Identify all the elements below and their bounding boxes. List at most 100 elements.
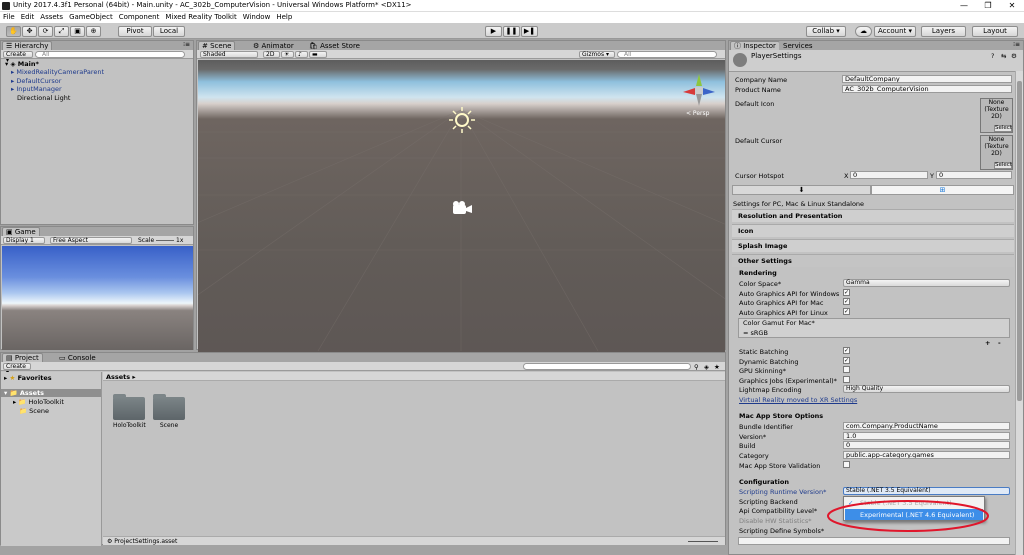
- tree-item[interactable]: ▸ 📁 HoloToolkit: [13, 398, 64, 406]
- 2d-toggle[interactable]: 2D: [263, 51, 280, 58]
- minimize-button[interactable]: —: [952, 0, 976, 12]
- favorite-star-icon[interactable]: ★: [714, 363, 720, 371]
- folder-label[interactable]: HoloToolkit: [113, 422, 146, 429]
- hierarchy-item[interactable]: ▸ InputManager: [11, 85, 62, 93]
- rotate-tool-icon[interactable]: ⟳: [38, 26, 53, 37]
- menu-edit[interactable]: Edit: [18, 12, 38, 23]
- tab-game[interactable]: ▣ Game: [2, 227, 40, 236]
- add-gamut-button[interactable]: +: [985, 339, 990, 347]
- rect-tool-icon[interactable]: ▣: [70, 26, 85, 37]
- scripting-runtime-dropdown[interactable]: Stable (.NET 3.5 Equivalent): [843, 487, 1010, 495]
- section-splash[interactable]: Splash Image: [732, 239, 1014, 252]
- help-icon[interactable]: ?: [991, 52, 994, 60]
- menu-file[interactable]: File: [0, 12, 18, 23]
- folder-icon[interactable]: [113, 394, 145, 420]
- inspector-scrollbar[interactable]: [1015, 71, 1023, 555]
- project-search-input[interactable]: [523, 363, 691, 370]
- play-button[interactable]: ▶: [485, 26, 502, 37]
- version-field[interactable]: 1.0: [843, 432, 1010, 440]
- define-symbols-field[interactable]: [738, 537, 1010, 545]
- scene-root-item[interactable]: ▾ ◈ Main*: [5, 60, 39, 68]
- lightmap-encoding-dropdown[interactable]: High Quality: [843, 385, 1010, 393]
- hierarchy-search-input[interactable]: All: [35, 51, 185, 58]
- auto-graphics-windows-checkbox[interactable]: ✓: [843, 289, 850, 296]
- assets-root-item[interactable]: ▾ 📁 Assets: [1, 389, 101, 397]
- orientation-gizmo-icon[interactable]: [679, 70, 719, 110]
- hotspot-x-field[interactable]: 0: [850, 171, 928, 179]
- filter-type-icon[interactable]: ⚲: [694, 363, 699, 371]
- audio-toggle-icon[interactable]: ♪: [295, 51, 308, 58]
- menu-component[interactable]: Component: [116, 12, 163, 23]
- build-field[interactable]: 0: [843, 441, 1010, 449]
- hand-tool-icon[interactable]: ✋: [6, 26, 21, 37]
- aspect-dropdown[interactable]: Free Aspect: [50, 237, 132, 244]
- collab-dropdown[interactable]: Collab ▾: [806, 26, 846, 37]
- default-icon-select-button[interactable]: Select: [994, 125, 1012, 132]
- local-toggle[interactable]: Local: [153, 26, 185, 37]
- auto-graphics-linux-checkbox[interactable]: ✓: [843, 308, 850, 315]
- pivot-toggle[interactable]: Pivot: [118, 26, 152, 37]
- scene-viewport[interactable]: < Persp: [198, 60, 725, 371]
- breadcrumb-assets[interactable]: Assets ▸: [106, 373, 136, 381]
- tab-console[interactable]: ▭ Console: [55, 353, 100, 362]
- layout-dropdown[interactable]: Layout: [972, 26, 1018, 37]
- menu-assets[interactable]: Assets: [37, 12, 66, 23]
- tab-asset-store[interactable]: 🛍 Asset Store: [305, 41, 364, 50]
- section-resolution[interactable]: Resolution and Presentation: [732, 209, 1014, 222]
- scale-tool-icon[interactable]: ⤢: [54, 26, 69, 37]
- section-icon[interactable]: Icon: [732, 224, 1014, 237]
- vr-settings-link[interactable]: Virtual Reality moved to XR Settings: [739, 396, 857, 404]
- persp-label[interactable]: < Persp: [686, 110, 709, 117]
- category-field[interactable]: public.app-category.games: [843, 451, 1010, 459]
- product-name-field[interactable]: AC_302b_ComputerVision: [842, 85, 1012, 93]
- bundle-id-field[interactable]: com.Company.ProductName: [843, 422, 1010, 430]
- auto-graphics-mac-checkbox[interactable]: ✓: [843, 298, 850, 305]
- menu-mixed-reality-toolkit[interactable]: Mixed Reality Toolkit: [162, 12, 239, 23]
- move-tool-icon[interactable]: ✥: [22, 26, 37, 37]
- close-button[interactable]: ✕: [1000, 0, 1024, 12]
- display-dropdown[interactable]: Display 1: [3, 237, 45, 244]
- camera-gizmo-icon[interactable]: [450, 200, 474, 216]
- step-button[interactable]: ▶❚: [521, 26, 538, 37]
- tab-animator[interactable]: ⚙ Animator: [249, 41, 298, 50]
- effects-dropdown-icon[interactable]: ▬: [309, 51, 327, 58]
- company-name-field[interactable]: DefaultCompany: [842, 75, 1012, 83]
- layers-dropdown[interactable]: Layers: [921, 26, 966, 37]
- cloud-icon[interactable]: ☁: [855, 26, 872, 37]
- tab-scene[interactable]: # Scene: [198, 41, 236, 50]
- lighting-toggle-icon[interactable]: ☀: [281, 51, 294, 58]
- tab-hierarchy[interactable]: ☰ Hierarchy: [2, 41, 53, 50]
- shading-dropdown[interactable]: Shaded: [200, 51, 258, 58]
- maximize-button[interactable]: ❐: [976, 0, 1000, 12]
- default-cursor-select-button[interactable]: Select: [994, 162, 1012, 169]
- uwp-platform-tab[interactable]: ⊞: [871, 185, 1014, 195]
- remove-gamut-button[interactable]: -: [998, 339, 1001, 347]
- default-icon-slot[interactable]: None (Texture 2D) Select: [980, 98, 1013, 133]
- tab-inspector[interactable]: ⓘ Inspector: [730, 41, 780, 50]
- hierarchy-create-dropdown[interactable]: Create ▾: [3, 51, 33, 64]
- menu-window[interactable]: Window: [240, 12, 274, 23]
- static-batching-checkbox[interactable]: ✓: [843, 347, 850, 354]
- graphics-jobs-checkbox[interactable]: [843, 376, 850, 383]
- project-create-dropdown[interactable]: Create ▾: [3, 363, 31, 376]
- transform-tool-icon[interactable]: ⊕: [86, 26, 101, 37]
- section-other-settings[interactable]: Other Settings: [732, 254, 1014, 267]
- panel-menu-icon[interactable]: ⁝≡: [183, 41, 190, 48]
- default-cursor-slot[interactable]: None (Texture 2D) Select: [980, 135, 1013, 170]
- scene-search-input[interactable]: All: [617, 51, 717, 58]
- panel-menu-icon[interactable]: ⁝≡: [1013, 41, 1020, 48]
- game-viewport[interactable]: [2, 246, 193, 350]
- scale-slider[interactable]: [156, 240, 174, 241]
- folder-icon[interactable]: [153, 394, 185, 420]
- hierarchy-item[interactable]: ▸ MixedRealityCameraParent: [11, 68, 104, 76]
- menu-help[interactable]: Help: [273, 12, 295, 23]
- app-store-validation-checkbox[interactable]: [843, 461, 850, 468]
- color-space-dropdown[interactable]: Gamma: [843, 279, 1010, 287]
- hierarchy-item[interactable]: ▸ DefaultCursor: [11, 77, 61, 85]
- color-gamut-item[interactable]: = sRGB: [743, 329, 768, 337]
- hierarchy-item[interactable]: Directional Light: [17, 94, 70, 102]
- gpu-skinning-checkbox[interactable]: [843, 366, 850, 373]
- inspector-scroll-thumb[interactable]: [1017, 81, 1022, 401]
- tab-services[interactable]: Services: [779, 41, 817, 50]
- pause-button[interactable]: ❚❚: [503, 26, 520, 37]
